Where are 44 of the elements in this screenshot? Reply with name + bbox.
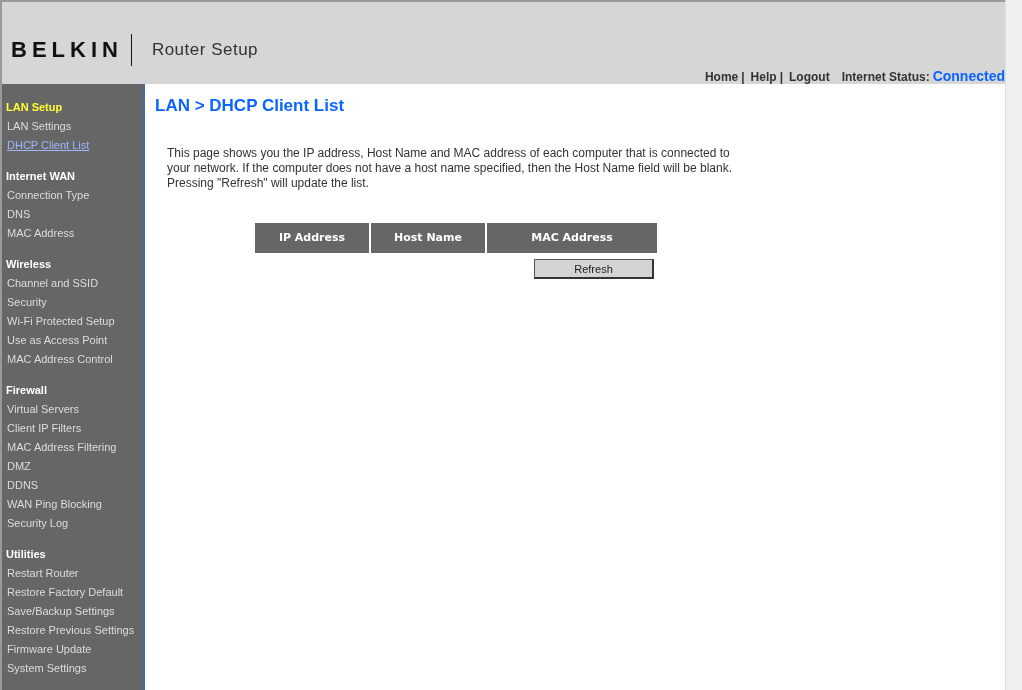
sidebar-item[interactable]: Restore Factory Default <box>2 583 124 602</box>
header-link[interactable]: Logout <box>789 70 830 84</box>
status-value: Connected <box>932 68 1005 84</box>
sidebar-item[interactable]: MAC Address Control <box>2 350 113 369</box>
scrollbar[interactable] <box>1005 0 1022 690</box>
sidebar-heading: Internet WAN <box>5 169 77 184</box>
sidebar-item[interactable]: Wi-Fi Protected Setup <box>2 312 115 331</box>
sidebar-item[interactable]: Security Log <box>2 514 69 533</box>
sidebar-item[interactable]: Restore Previous Settings <box>2 621 135 640</box>
sidebar-item[interactable]: DMZ <box>2 457 31 476</box>
header-link[interactable]: Help <box>750 70 777 84</box>
separator: | <box>779 70 783 84</box>
sidebar-heading: Wireless <box>5 257 53 272</box>
page-title: LAN > DHCP Client List <box>155 96 346 116</box>
sidebar-item[interactable]: Client IP Filters <box>2 419 82 438</box>
sidebar-item[interactable]: DDNS <box>2 476 39 495</box>
sidebar-item[interactable]: Save/Backup Settings <box>2 602 115 621</box>
sidebar-item[interactable]: MAC Address Filtering <box>2 438 117 457</box>
belkin-logo: BELKIN <box>11 37 123 63</box>
app-title: Router Setup <box>151 40 259 60</box>
sidebar-item[interactable]: Firmware Update <box>2 640 92 659</box>
sidebar-item[interactable]: Restart Router <box>2 564 79 583</box>
sidebar-heading: Utilities <box>5 547 47 562</box>
sidebar-item[interactable]: MAC Address <box>2 224 75 243</box>
sidebar-item[interactable]: DNS <box>2 205 31 224</box>
status-label: Internet Status: <box>841 70 930 84</box>
column-header: MAC Address <box>487 223 657 253</box>
column-header: IP Address <box>255 223 369 253</box>
sidebar-item[interactable]: Use as Access Point <box>2 331 108 350</box>
sidebar-item[interactable]: Connection Type <box>2 186 90 205</box>
sidebar-heading: LAN Setup <box>5 100 64 115</box>
header-link[interactable]: Home <box>704 70 739 84</box>
refresh-button[interactable]: Refresh <box>534 259 654 279</box>
sidebar-item[interactable]: LAN Settings <box>2 117 72 136</box>
description: This page shows you the IP address, Host Name and MAC address of each computer that is connected to your network. If the computer does not have a host name specified, then the Host Name field will be blank. Pressing "Refresh" will update the list. <box>167 146 733 191</box>
sidebar-item[interactable]: WAN Ping Blocking <box>2 495 102 514</box>
sidebar-item[interactable]: System Settings <box>2 659 87 678</box>
sidebar-item[interactable]: DHCP Client List <box>2 136 90 155</box>
sidebar-item[interactable]: Security <box>2 293 47 312</box>
sidebar-item[interactable]: Channel and SSID <box>2 274 99 293</box>
separator: | <box>741 70 745 84</box>
sidebar-heading: Firewall <box>5 383 48 398</box>
column-header: Host Name <box>371 223 485 253</box>
sidebar-item[interactable]: Virtual Servers <box>2 400 79 419</box>
